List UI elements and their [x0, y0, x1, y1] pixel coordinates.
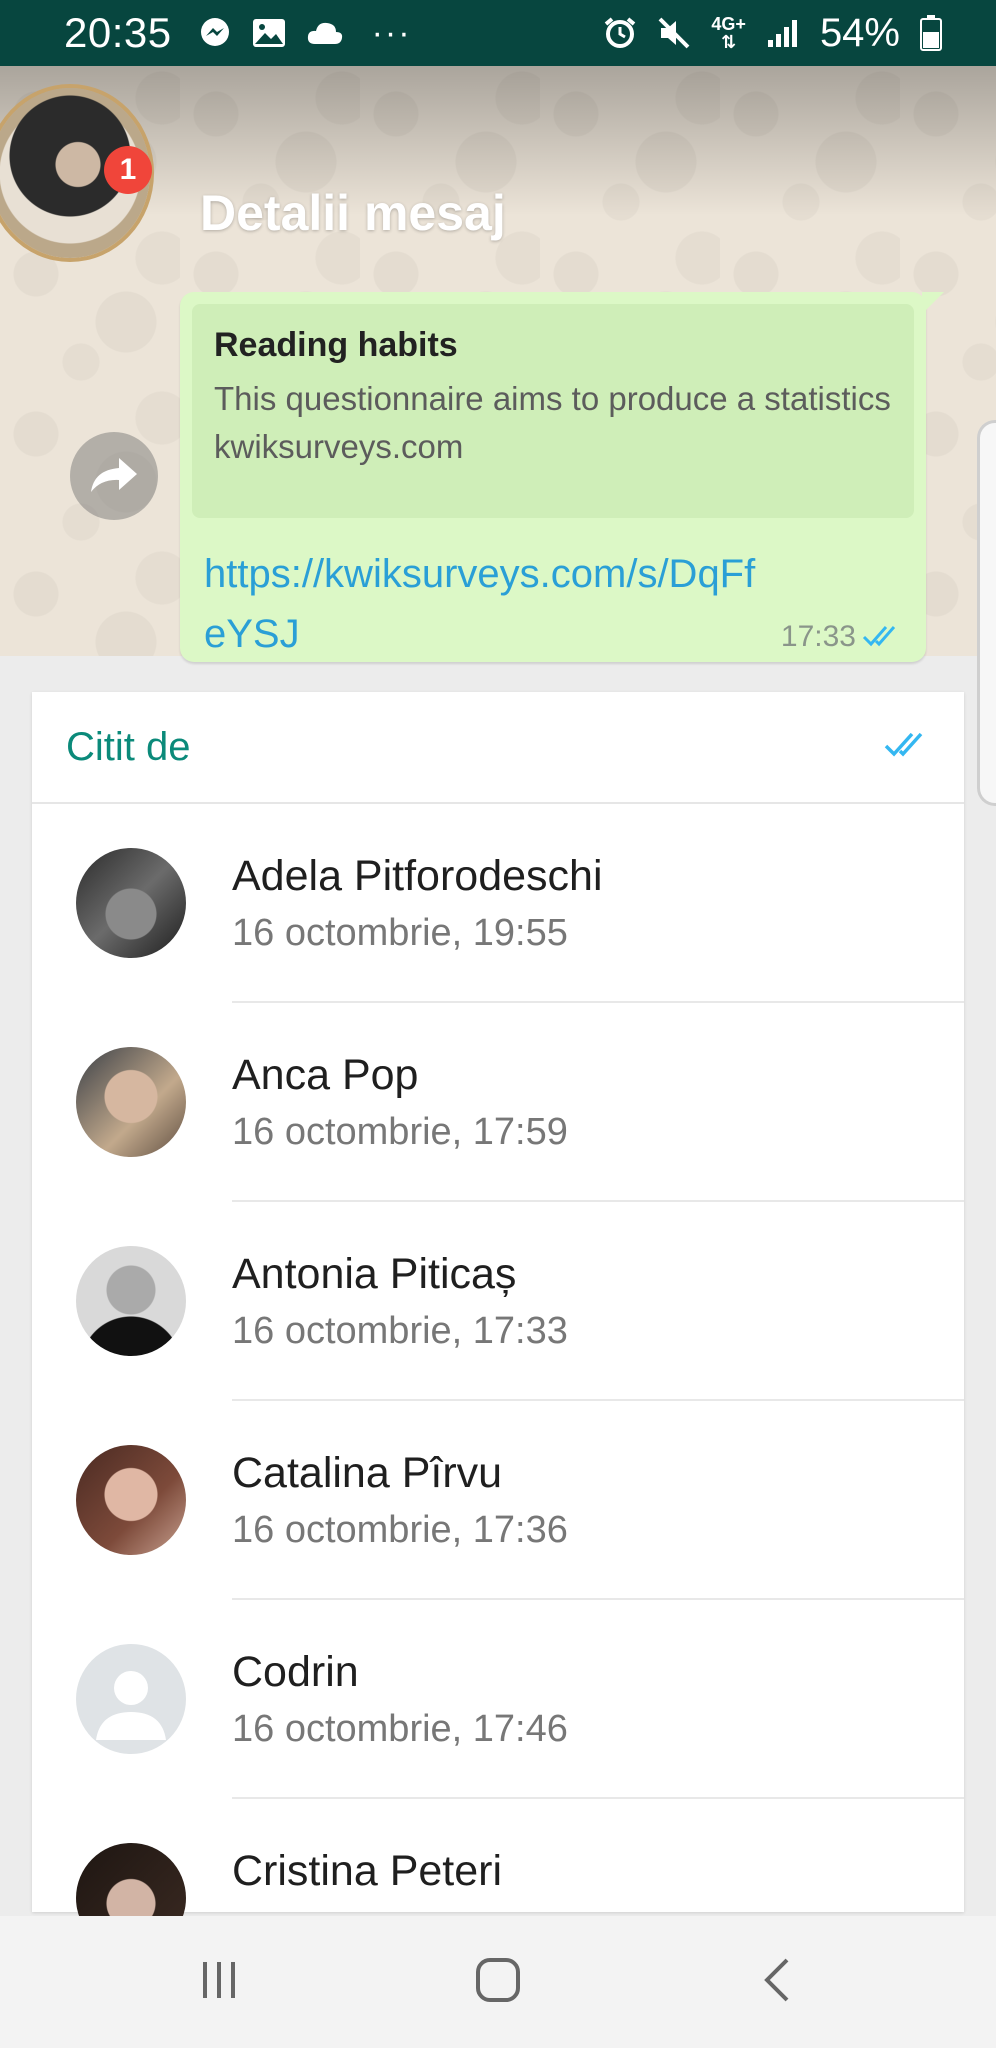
more-notifications-icon: ···: [371, 13, 412, 52]
avatar[interactable]: [76, 1246, 186, 1356]
messenger-icon: [198, 16, 232, 50]
alarm-icon: [603, 16, 637, 50]
network-type: 4G+ ⇅: [711, 14, 746, 52]
read-time: 16 octombrie, 19:55: [232, 912, 568, 954]
signal-icon: [766, 18, 800, 48]
contact-name: Adela Pitforodeschi: [232, 852, 603, 900]
recent-apps-button[interactable]: [169, 1942, 269, 2022]
read-time: 16 octombrie, 17:36: [232, 1509, 568, 1551]
back-icon: [759, 1956, 795, 2009]
chat-background: 1 Detalii mesaj Reading habits This ques…: [0, 66, 996, 662]
preview-description: This questionnaire aims to produce a sta…: [214, 380, 892, 417]
avatar[interactable]: [76, 1445, 186, 1555]
read-time: 16 octombrie, 17:59: [232, 1111, 568, 1153]
read-time: 16 octombrie, 17:33: [232, 1310, 568, 1352]
scrollbar[interactable]: [977, 420, 996, 806]
read-by-title: Citit de: [66, 724, 191, 769]
list-item[interactable]: Anca Pop 16 octombrie, 17:59: [32, 1003, 964, 1202]
contact-name: Cristina Peteri: [232, 1847, 503, 1895]
contact-name: Codrin: [232, 1648, 359, 1696]
navigation-bar: [0, 1916, 996, 2048]
preview-domain: kwiksurveys.com: [214, 428, 464, 465]
avatar[interactable]: [76, 1047, 186, 1157]
unread-badge: 1: [104, 146, 152, 194]
link-preview[interactable]: Reading habits This questionnaire aims t…: [192, 304, 914, 518]
back-button[interactable]: [727, 1942, 827, 2022]
message-bubble[interactable]: Reading habits This questionnaire aims t…: [180, 292, 944, 664]
list-item[interactable]: Catalina Pîrvu 16 octombrie, 17:36: [32, 1401, 964, 1600]
page-title: Detalii mesaj: [200, 185, 506, 241]
read-ticks-icon: [862, 622, 906, 655]
gallery-icon: [252, 18, 286, 48]
message-time: 17:33: [780, 620, 856, 653]
read-by-header: Citit de: [32, 692, 964, 804]
contact-name: Antonia Piticaș: [232, 1250, 517, 1298]
cloud-icon: [306, 20, 344, 46]
battery-icon: [920, 15, 942, 51]
default-avatar-icon[interactable]: [76, 1644, 186, 1754]
battery-percent: 54%: [819, 10, 900, 55]
mute-icon: [657, 16, 691, 50]
read-by-card: Citit de Adela Pitforodeschi 16 octombri…: [32, 692, 964, 1953]
recent-apps-icon: [197, 1958, 241, 2007]
read-ticks-icon: [884, 728, 934, 767]
avatar[interactable]: [76, 848, 186, 958]
forward-button[interactable]: [70, 432, 158, 520]
list-item[interactable]: Adela Pitforodeschi 16 octombrie, 19:55: [32, 804, 964, 1003]
preview-title: Reading habits: [214, 326, 458, 364]
contact-name: Catalina Pîrvu: [232, 1449, 503, 1497]
forward-icon: [89, 454, 139, 499]
read-time: 16 octombrie, 17:46: [232, 1708, 568, 1750]
home-icon: [474, 1956, 522, 2009]
list-item[interactable]: Antonia Piticaș 16 octombrie, 17:33: [32, 1202, 964, 1401]
contact-name: Anca Pop: [232, 1051, 419, 1099]
status-bar: 20:35 ··· 4G+ ⇅ 54%: [0, 0, 996, 66]
home-button[interactable]: [448, 1942, 548, 2022]
message-link[interactable]: https://kwiksurveys.com/s/DqFfeYSJ: [204, 544, 764, 664]
status-time: 20:35: [64, 9, 172, 56]
list-item[interactable]: Codrin 16 octombrie, 17:46: [32, 1600, 964, 1799]
